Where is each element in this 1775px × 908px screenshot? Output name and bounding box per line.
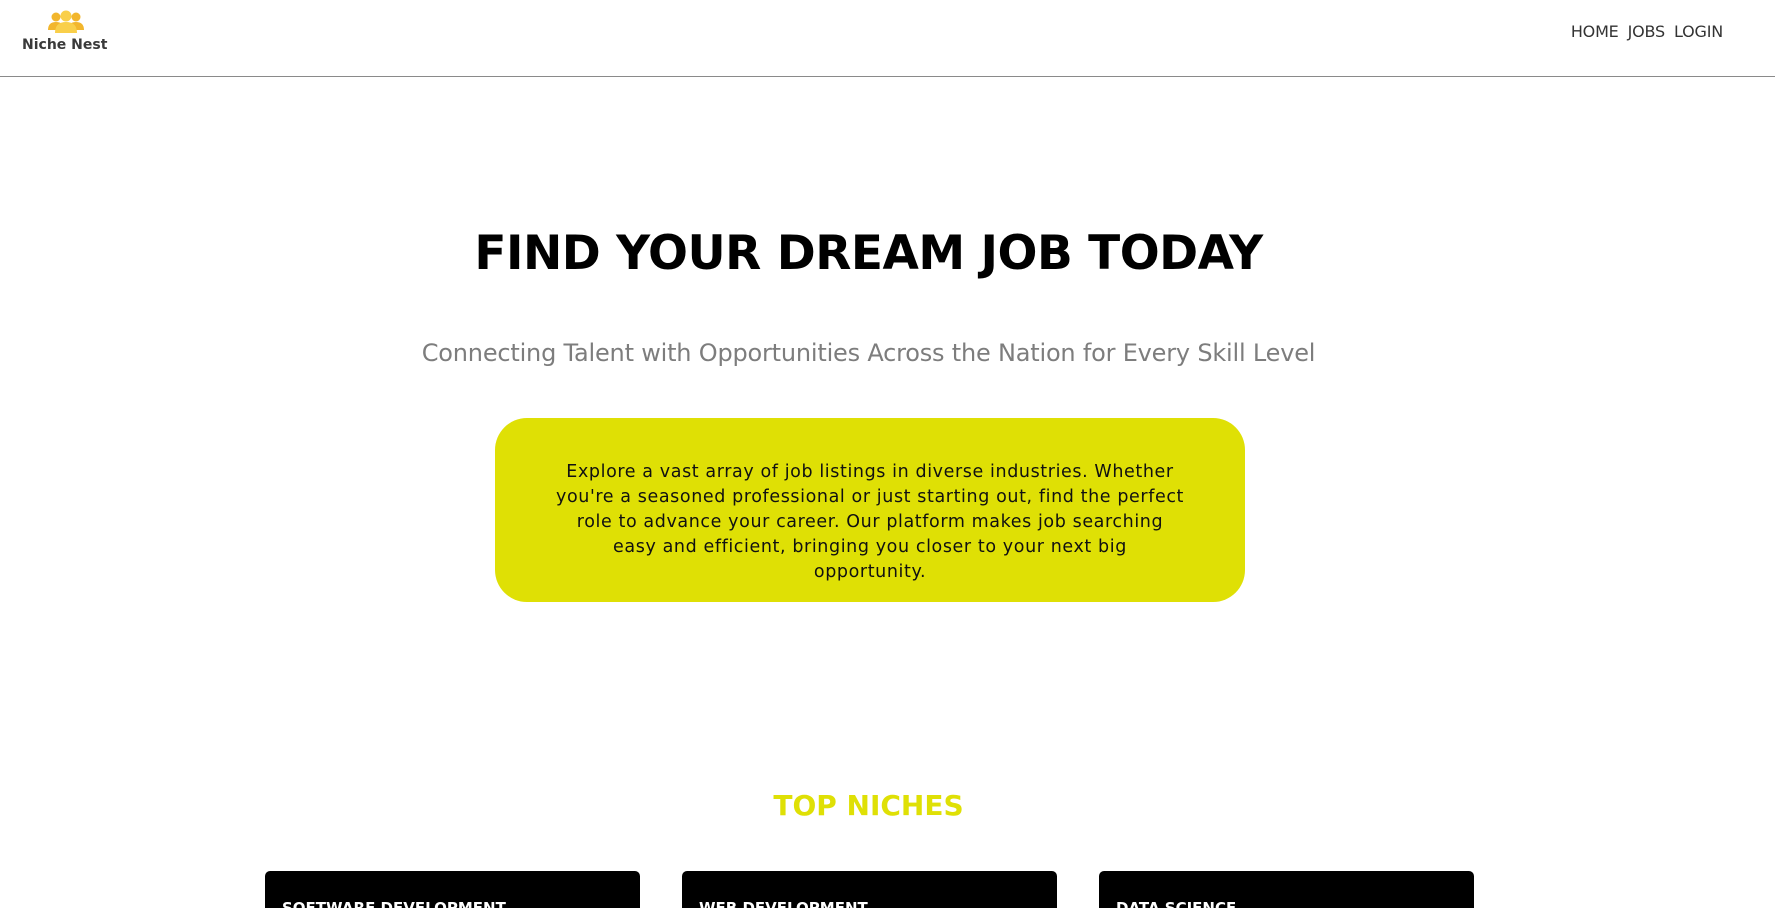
nav-jobs-link[interactable]: JOBS [1628, 22, 1666, 41]
page: Niche Nest HOME JOBS LOGIN FIND YOUR DRE… [0, 0, 1775, 908]
nav-home-link[interactable]: HOME [1571, 22, 1619, 41]
niche-card-software-development[interactable]: SOFTWARE DEVELOPMENT [265, 871, 640, 908]
niche-card-data-science[interactable]: DATA SCIENCE [1099, 871, 1474, 908]
nav-login-link[interactable]: LOGIN [1674, 22, 1723, 41]
intro-box: Explore a vast array of job listings in … [495, 418, 1245, 602]
niche-card-web-development[interactable]: WEB DEVELOPMENT [682, 871, 1057, 908]
niche-card-title: SOFTWARE DEVELOPMENT [282, 899, 506, 908]
top-niches-title: TOP NICHES [773, 789, 964, 822]
group-people-icon [48, 10, 84, 33]
hero-subtitle: Connecting Talent with Opportunities Acr… [421, 339, 1316, 367]
niche-card-title: WEB DEVELOPMENT [699, 899, 868, 908]
logo-link[interactable]: Niche Nest [22, 10, 112, 60]
logo-text: Niche Nest [22, 37, 108, 53]
hero-title: FIND YOUR DREAM JOB TODAY [474, 226, 1263, 281]
main-nav: HOME JOBS LOGIN [1571, 22, 1723, 41]
niche-card-title: DATA SCIENCE [1116, 899, 1237, 908]
site-header: Niche Nest HOME JOBS LOGIN [0, 0, 1775, 77]
intro-text: Explore a vast array of job listings in … [555, 462, 1185, 582]
